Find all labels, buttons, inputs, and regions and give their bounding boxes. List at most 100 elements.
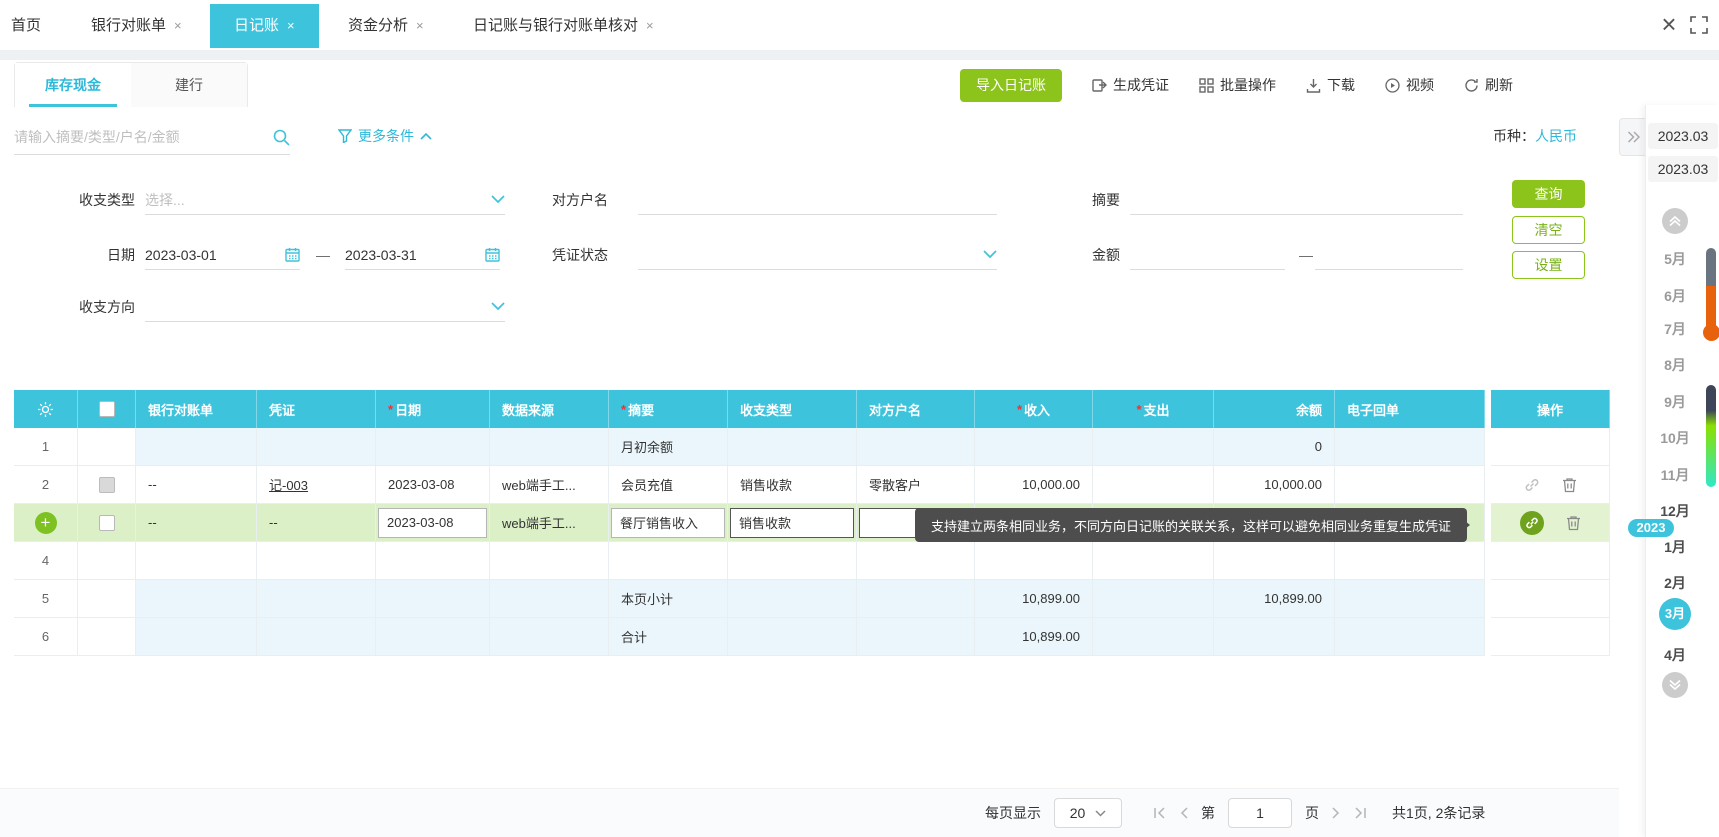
search-icon[interactable] xyxy=(273,129,290,146)
income-type-select[interactable]: 选择... xyxy=(145,185,505,215)
per-page-select[interactable]: 20 xyxy=(1054,798,1122,828)
type-edit-input[interactable]: 销售收款 xyxy=(730,507,854,538)
month-item-6[interactable]: 6月 xyxy=(1646,286,1704,306)
header-receipt: 电子回单 xyxy=(1335,390,1485,428)
generate-voucher-button[interactable]: 生成凭证 xyxy=(1092,75,1169,95)
month-item-1[interactable]: 1月 xyxy=(1646,537,1704,557)
month-item-2[interactable]: 2月 xyxy=(1646,573,1704,593)
add-row-button[interactable]: + xyxy=(34,511,57,534)
query-button[interactable]: 查询 xyxy=(1512,180,1585,208)
currency-value[interactable]: 人民币 xyxy=(1535,128,1577,144)
month-item-10[interactable]: 10月 xyxy=(1646,428,1704,448)
video-button[interactable]: 视频 xyxy=(1385,75,1434,95)
page-number-input[interactable]: 1 xyxy=(1228,798,1292,828)
import-journal-button[interactable]: 导入日记账 xyxy=(960,68,1062,102)
period-box-current[interactable]: 2023.03 xyxy=(1648,123,1718,149)
chevron-up-icon xyxy=(420,132,432,140)
thermometer-indicator xyxy=(1706,248,1716,333)
header-expense: * 支出 xyxy=(1093,390,1214,428)
close-icon[interactable]: × xyxy=(1652,8,1686,42)
tab-fund-analysis[interactable]: 资金分析 × xyxy=(348,14,424,35)
voucher-status-label: 凭证状态 xyxy=(552,247,608,263)
link-related-icon[interactable] xyxy=(1519,510,1544,535)
tab-ccb-bank[interactable]: 建行 xyxy=(131,63,247,107)
month-item-9[interactable]: 9月 xyxy=(1646,392,1704,412)
batch-operation-icon xyxy=(1199,77,1214,93)
summary-edit-input[interactable]: 餐厅销售收入 xyxy=(611,507,725,538)
row-checkbox[interactable] xyxy=(98,476,115,493)
month-item-8[interactable]: 8月 xyxy=(1646,355,1704,375)
chevron-down-icon xyxy=(983,250,997,259)
month-item-3-active[interactable]: 3月 xyxy=(1659,598,1691,630)
tab-home[interactable]: 首页 xyxy=(11,14,41,35)
delete-icon[interactable] xyxy=(1562,477,1577,493)
amount-from-input[interactable] xyxy=(1130,240,1285,270)
header-income: * 收入 xyxy=(975,390,1093,428)
direction-select[interactable] xyxy=(145,292,505,322)
date-range-dash: — xyxy=(316,247,330,263)
counterparty-input[interactable] xyxy=(638,185,997,215)
fullscreen-icon[interactable] xyxy=(1690,16,1708,34)
settings-button[interactable]: 设置 xyxy=(1512,251,1585,279)
voucher-link[interactable]: 记-003 xyxy=(269,475,308,494)
close-tab-icon[interactable]: × xyxy=(646,18,654,33)
month-item-7[interactable]: 7月 xyxy=(1646,319,1704,339)
first-page-button[interactable] xyxy=(1153,807,1166,819)
batch-operation-button[interactable]: 批量操作 xyxy=(1199,75,1276,95)
prev-page-button[interactable] xyxy=(1179,807,1188,819)
close-tab-icon[interactable]: × xyxy=(174,18,182,33)
header-type: 收支类型 xyxy=(728,390,857,428)
toolbar: 导入日记账 生成凭证 批量操作 下载 视频 刷新 xyxy=(960,68,1513,102)
summary-label: 摘要 xyxy=(1092,192,1120,208)
row-checkbox[interactable] xyxy=(98,514,115,531)
more-conditions-toggle[interactable]: 更多条件 xyxy=(338,126,432,146)
summary-input[interactable] xyxy=(1130,185,1463,215)
date-to-input[interactable]: 2023-03-31 xyxy=(345,240,500,270)
refresh-button[interactable]: 刷新 xyxy=(1464,75,1513,95)
header-summary: * 摘要 xyxy=(609,390,728,428)
download-button[interactable]: 下载 xyxy=(1306,75,1355,95)
gear-icon xyxy=(38,401,53,417)
top-tabbar: 首页 银行对账单 × 日记账 × 资金分析 × 日记账与银行对账单核对 × × xyxy=(0,0,1719,50)
thermometer-bulb xyxy=(1703,324,1719,341)
calendar-icon[interactable] xyxy=(285,247,300,262)
tab-bank-statement[interactable]: 银行对账单 × xyxy=(91,14,182,35)
chevron-down-icon xyxy=(491,302,505,311)
select-all-checkbox[interactable] xyxy=(78,390,136,428)
delete-icon[interactable] xyxy=(1566,515,1581,531)
header-bank-statement: 银行对账单 xyxy=(136,390,257,428)
next-page-button[interactable] xyxy=(1332,807,1341,819)
collapse-rail-button[interactable] xyxy=(1619,118,1646,156)
income-type-label: 收支类型 xyxy=(79,192,135,208)
year-badge: 2023 xyxy=(1628,519,1674,537)
tab-journal[interactable]: 日记账 × xyxy=(210,4,319,48)
last-page-button[interactable] xyxy=(1354,807,1367,819)
date-edit-input[interactable]: 2023-03-08 xyxy=(378,507,487,538)
refresh-icon xyxy=(1465,78,1478,92)
close-tab-icon[interactable]: × xyxy=(287,18,295,33)
tab-journal-bank-check[interactable]: 日记账与银行对账单核对 × xyxy=(473,14,654,35)
date-from-input[interactable]: 2023-03-01 xyxy=(145,240,300,270)
close-tab-icon[interactable]: × xyxy=(416,18,424,33)
period-box-selected[interactable]: 2023.03 xyxy=(1648,156,1718,182)
double-chevron-right-icon xyxy=(1627,131,1640,143)
scroll-months-up-button[interactable] xyxy=(1662,208,1688,234)
clear-button[interactable]: 清空 xyxy=(1512,216,1585,244)
month-item-12[interactable]: 12月 xyxy=(1646,501,1704,521)
amount-to-input[interactable] xyxy=(1315,240,1463,270)
search-input[interactable]: 请输入摘要/类型/户名/金额 xyxy=(14,120,290,155)
column-settings-button[interactable] xyxy=(14,390,78,428)
month-item-4[interactable]: 4月 xyxy=(1646,645,1704,665)
scroll-months-down-button[interactable] xyxy=(1662,672,1688,698)
month-item-11[interactable]: 11月 xyxy=(1646,465,1704,485)
divider xyxy=(0,50,1719,60)
chevron-down-icon xyxy=(491,195,505,204)
account-tabs: 库存现金 建行 xyxy=(14,62,248,107)
link-icon[interactable] xyxy=(1524,477,1540,493)
currency-indicator: 币种：人民币 xyxy=(1493,128,1577,144)
calendar-icon[interactable] xyxy=(485,247,500,262)
tab-cash-on-hand[interactable]: 库存现金 xyxy=(15,63,131,107)
download-icon xyxy=(1306,78,1321,93)
month-item-5[interactable]: 5月 xyxy=(1646,249,1704,269)
voucher-status-select[interactable] xyxy=(638,240,997,270)
